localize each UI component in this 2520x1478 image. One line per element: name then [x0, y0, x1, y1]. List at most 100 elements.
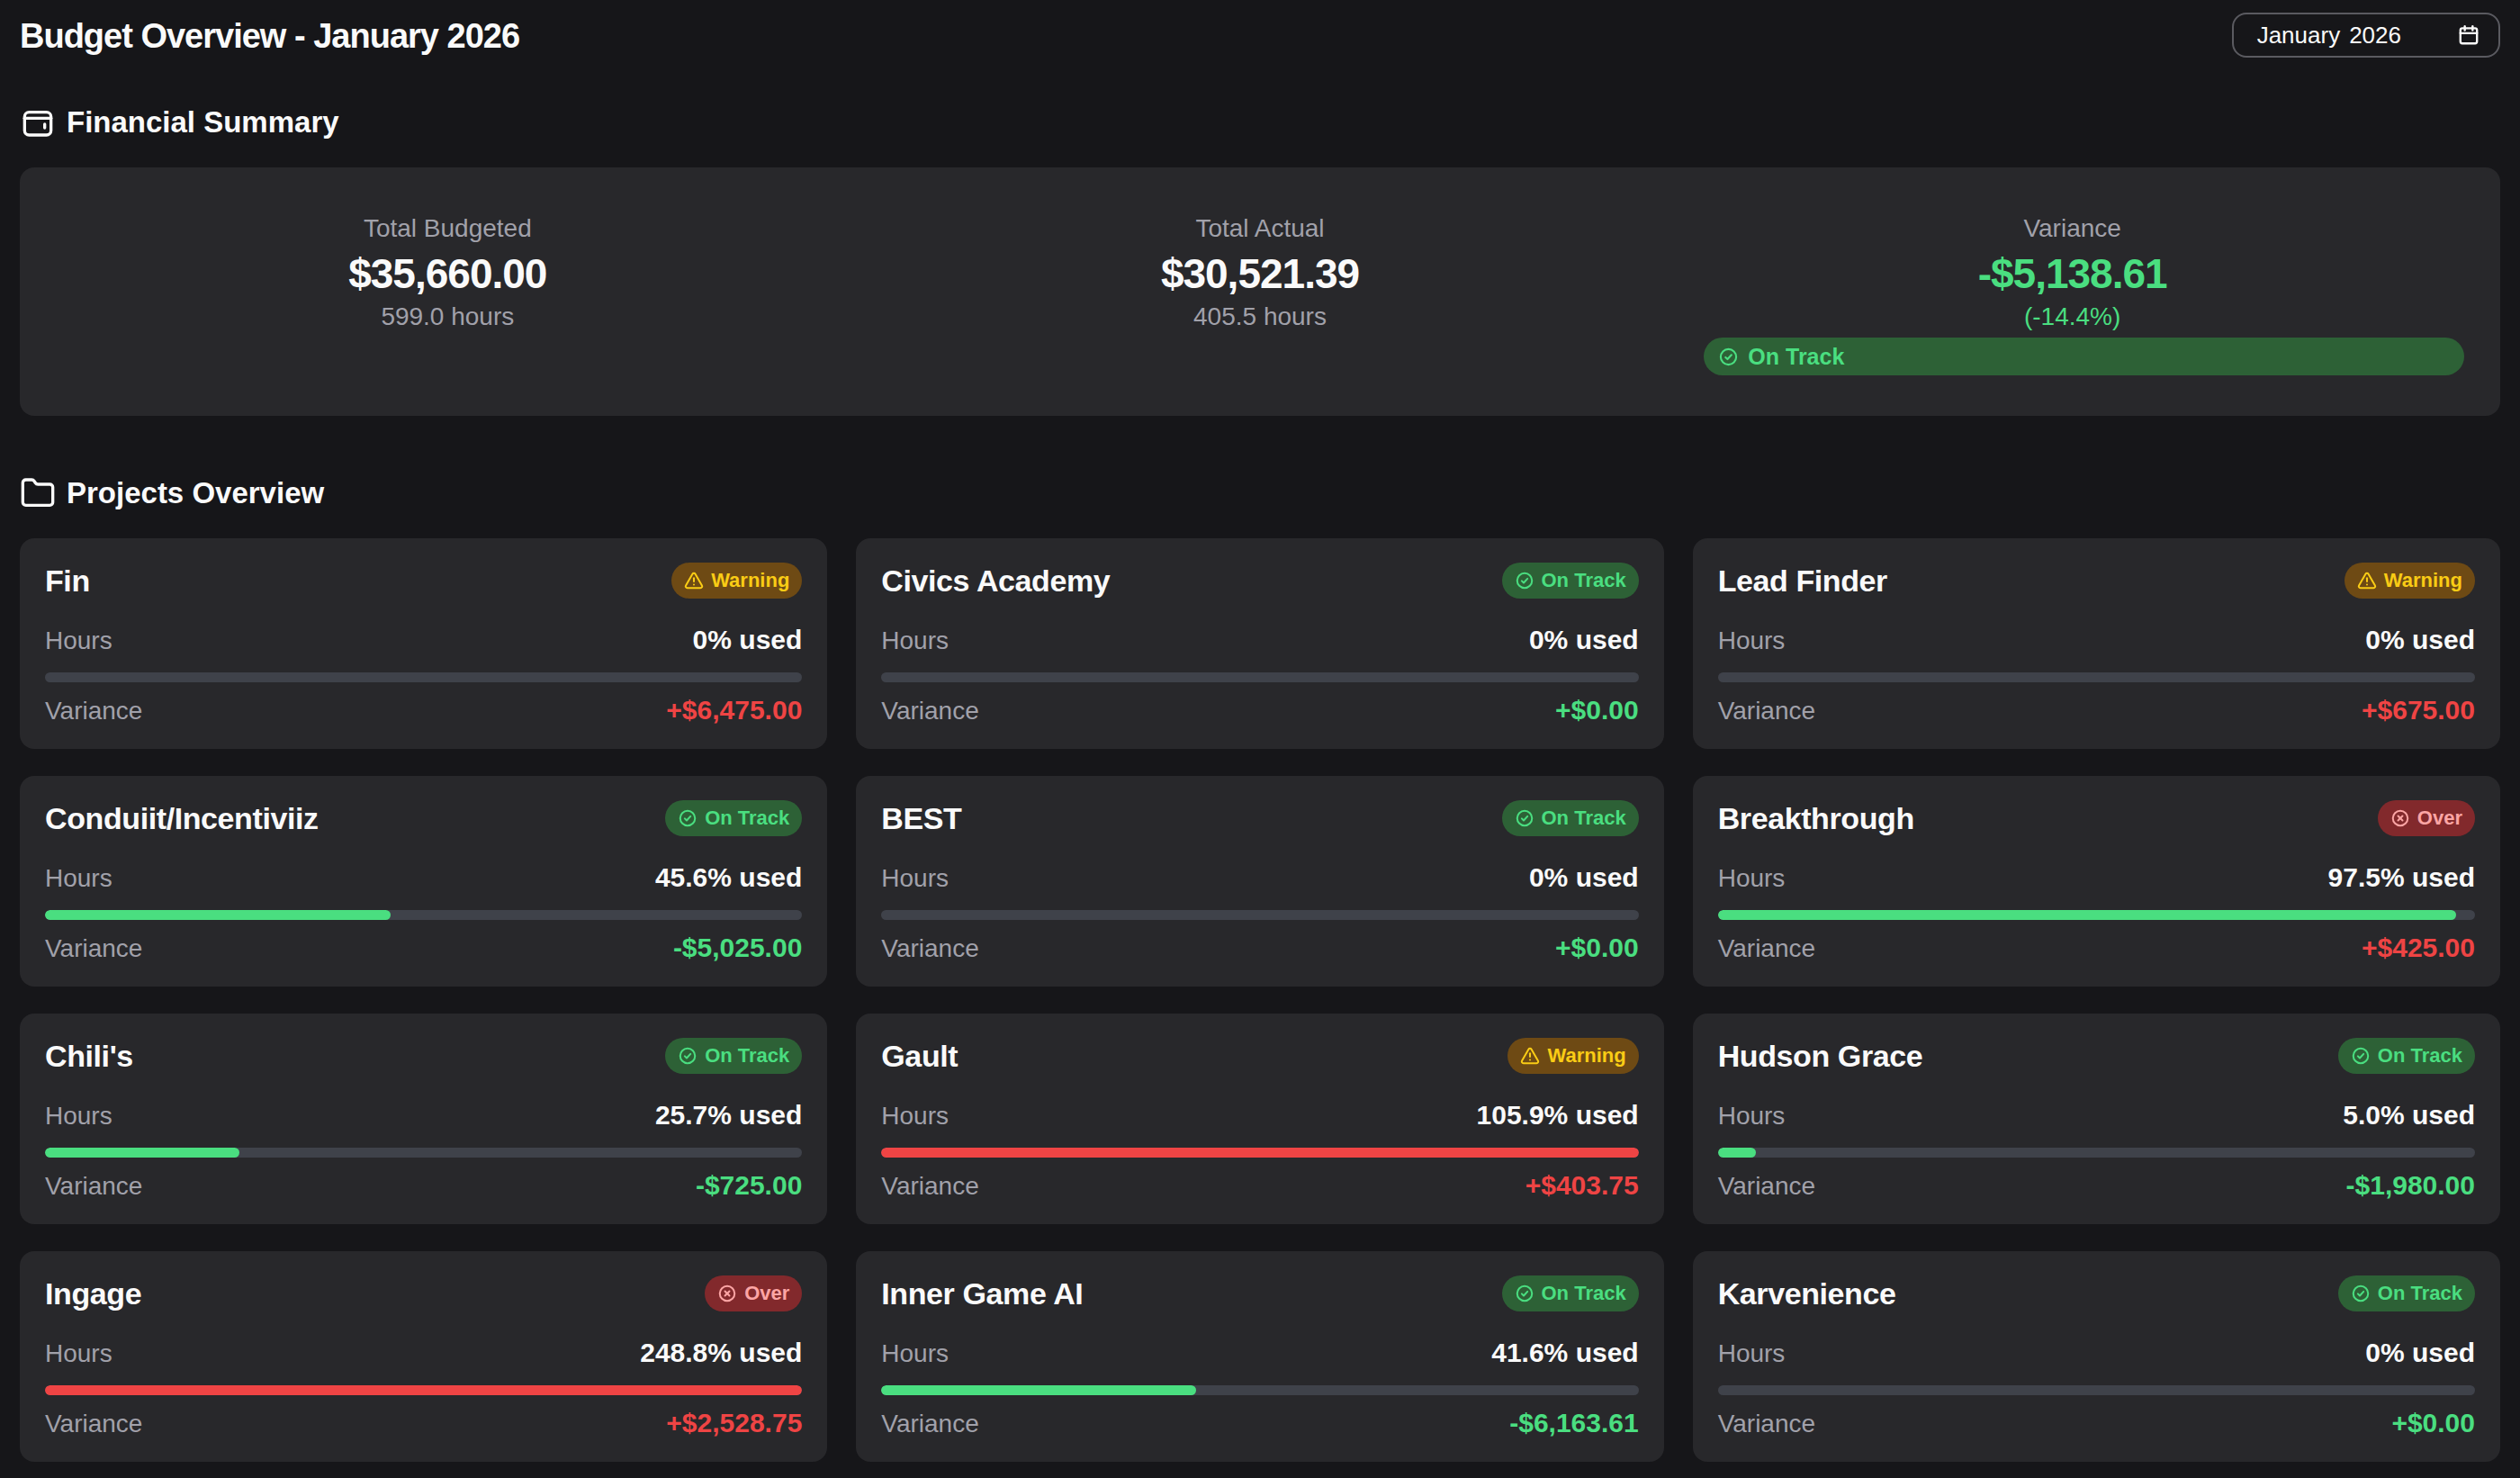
- project-status-badge: On Track: [1502, 800, 1639, 836]
- hours-label: Hours: [881, 1102, 949, 1131]
- variance-row: Variance +$403.75: [881, 1170, 1638, 1201]
- hours-used-percent: 0% used: [2365, 625, 2475, 655]
- month-picker-input[interactable]: January 2026: [2232, 13, 2500, 58]
- project-name: Hudson Grace: [1718, 1037, 1923, 1075]
- hours-used-percent: 25.7% used: [655, 1100, 802, 1131]
- hours-progress-track: [45, 1148, 802, 1158]
- hours-used-percent: 0% used: [1529, 625, 1639, 655]
- project-card: Karvenience On Track: [1693, 1251, 2500, 1462]
- hours-row: Hours 5.0% used: [1718, 1100, 2475, 1131]
- project-card-header: Conduiit/Incentiviiz On Tr: [45, 799, 802, 837]
- projects-grid: Fin Warning: [20, 538, 2500, 1462]
- project-status-badge: On Track: [665, 1038, 802, 1074]
- project-card: Inner Game AI On Track: [856, 1251, 1663, 1462]
- month-picker-value: January 2026: [2257, 22, 2401, 50]
- topbar: Budget Overview - January 2026 January 2…: [20, 11, 2500, 59]
- variance-value: +$425.00: [2362, 933, 2475, 963]
- project-card-header: Inner Game AI On Track: [881, 1275, 1638, 1312]
- projects-overview-header: Projects Overview: [20, 475, 2500, 511]
- project-status-badge: On Track: [2338, 1275, 2475, 1311]
- variance-row: Variance -$725.00: [45, 1170, 802, 1201]
- hours-label: Hours: [881, 626, 949, 655]
- hours-row: Hours 97.5% used: [1718, 862, 2475, 893]
- variance-row: Variance +$0.00: [1718, 1408, 2475, 1438]
- project-card: Conduiit/Incentiviiz On Tr: [20, 776, 827, 987]
- project-name: Ingage: [45, 1275, 141, 1312]
- project-card: BEST On Track: [856, 776, 1663, 987]
- hours-used-percent: 105.9% used: [1477, 1100, 1639, 1131]
- variance-label: Variance: [1718, 697, 1815, 725]
- variance-row: Variance +$0.00: [881, 695, 1638, 725]
- project-status-badge: Warning: [2344, 563, 2475, 599]
- project-status-badge: On Track: [665, 800, 802, 836]
- status-pill-label: On Track: [1748, 344, 1844, 370]
- project-name: Civics Academy: [881, 562, 1110, 599]
- variance-label: Variance: [881, 934, 978, 963]
- circle-check-icon: [2351, 1046, 2371, 1066]
- hours-used-percent: 0% used: [2365, 1338, 2475, 1368]
- variance-value: +$0.00: [1555, 933, 1639, 963]
- variance-label: Variance: [2023, 214, 2120, 243]
- financial-summary-card: Total Budgeted $35,660.00 599.0 hours To…: [20, 167, 2500, 416]
- hours-progress-track: [1718, 910, 2475, 920]
- hours-label: Hours: [1718, 1339, 1786, 1368]
- hours-label: Hours: [881, 864, 949, 893]
- total-budgeted-stat: Total Budgeted $35,660.00 599.0 hours: [41, 214, 854, 416]
- variance-value: -$5,025.00: [673, 933, 802, 963]
- project-status-label: On Track: [705, 807, 789, 830]
- month-picker-year: 2026: [2349, 22, 2401, 50]
- hours-progress-track: [881, 672, 1638, 682]
- project-card: Chili's On Track: [20, 1014, 827, 1224]
- hours-used-percent: 0% used: [1529, 862, 1639, 893]
- variance-value: -$5,138.61: [1978, 250, 2167, 297]
- project-name: Chili's: [45, 1037, 133, 1075]
- circle-x-icon: [717, 1284, 737, 1303]
- variance-row: Variance +$675.00: [1718, 695, 2475, 725]
- project-status-badge: Over: [705, 1275, 802, 1311]
- hours-row: Hours 41.6% used: [881, 1338, 1638, 1368]
- hours-progress-fill: [45, 1385, 802, 1395]
- project-card-header: Fin Warning: [45, 562, 802, 599]
- triangle-alert-icon: [1520, 1046, 1540, 1066]
- hours-row: Hours 0% used: [881, 862, 1638, 893]
- project-card: Lead Finder Warning: [1693, 538, 2500, 749]
- project-card-header: Chili's On Track: [45, 1037, 802, 1075]
- variance-label: Variance: [45, 1172, 142, 1201]
- project-status-badge: Warning: [671, 563, 802, 599]
- variance-value: +$6,475.00: [666, 695, 802, 725]
- variance-label: Variance: [45, 697, 142, 725]
- project-card-header: Hudson Grace On Track: [1718, 1037, 2475, 1075]
- variance-row: Variance +$425.00: [1718, 933, 2475, 963]
- hours-used-percent: 248.8% used: [640, 1338, 802, 1368]
- project-status-label: On Track: [2378, 1044, 2462, 1068]
- project-card-header: BEST On Track: [881, 799, 1638, 837]
- hours-label: Hours: [881, 1339, 949, 1368]
- project-name: Gault: [881, 1037, 958, 1075]
- variance-label: Variance: [45, 934, 142, 963]
- project-status-badge: Over: [2378, 800, 2475, 836]
- total-actual-stat: Total Actual $30,521.39 405.5 hours: [854, 214, 1667, 416]
- hours-progress-track: [1718, 1385, 2475, 1395]
- projects-overview-title: Projects Overview: [67, 476, 324, 510]
- project-card-header: Civics Academy On Track: [881, 562, 1638, 599]
- project-status-badge: On Track: [1502, 1275, 1639, 1311]
- hours-progress-fill: [1718, 1148, 1756, 1158]
- total-actual-value: $30,521.39: [1161, 250, 1359, 297]
- variance-stat: Variance -$5,138.61 (-14.4%) On Track: [1666, 214, 2479, 416]
- hours-used-percent: 0% used: [693, 625, 803, 655]
- circle-check-icon: [1515, 808, 1534, 828]
- hours-progress-track: [45, 1385, 802, 1395]
- project-status-label: Over: [2417, 807, 2462, 830]
- variance-row: Variance -$5,025.00: [45, 933, 802, 963]
- hours-progress-fill: [881, 1385, 1196, 1395]
- financial-summary-header: Financial Summary: [20, 104, 2500, 140]
- hours-label: Hours: [1718, 864, 1786, 893]
- triangle-alert-icon: [684, 571, 704, 590]
- calendar-icon[interactable]: [2457, 23, 2480, 47]
- variance-value: +$0.00: [2391, 1408, 2475, 1438]
- hours-progress-fill: [881, 1148, 1638, 1158]
- project-status-label: On Track: [705, 1044, 789, 1068]
- variance-label: Variance: [45, 1410, 142, 1438]
- hours-used-percent: 45.6% used: [655, 862, 802, 893]
- project-card: Hudson Grace On Track: [1693, 1014, 2500, 1224]
